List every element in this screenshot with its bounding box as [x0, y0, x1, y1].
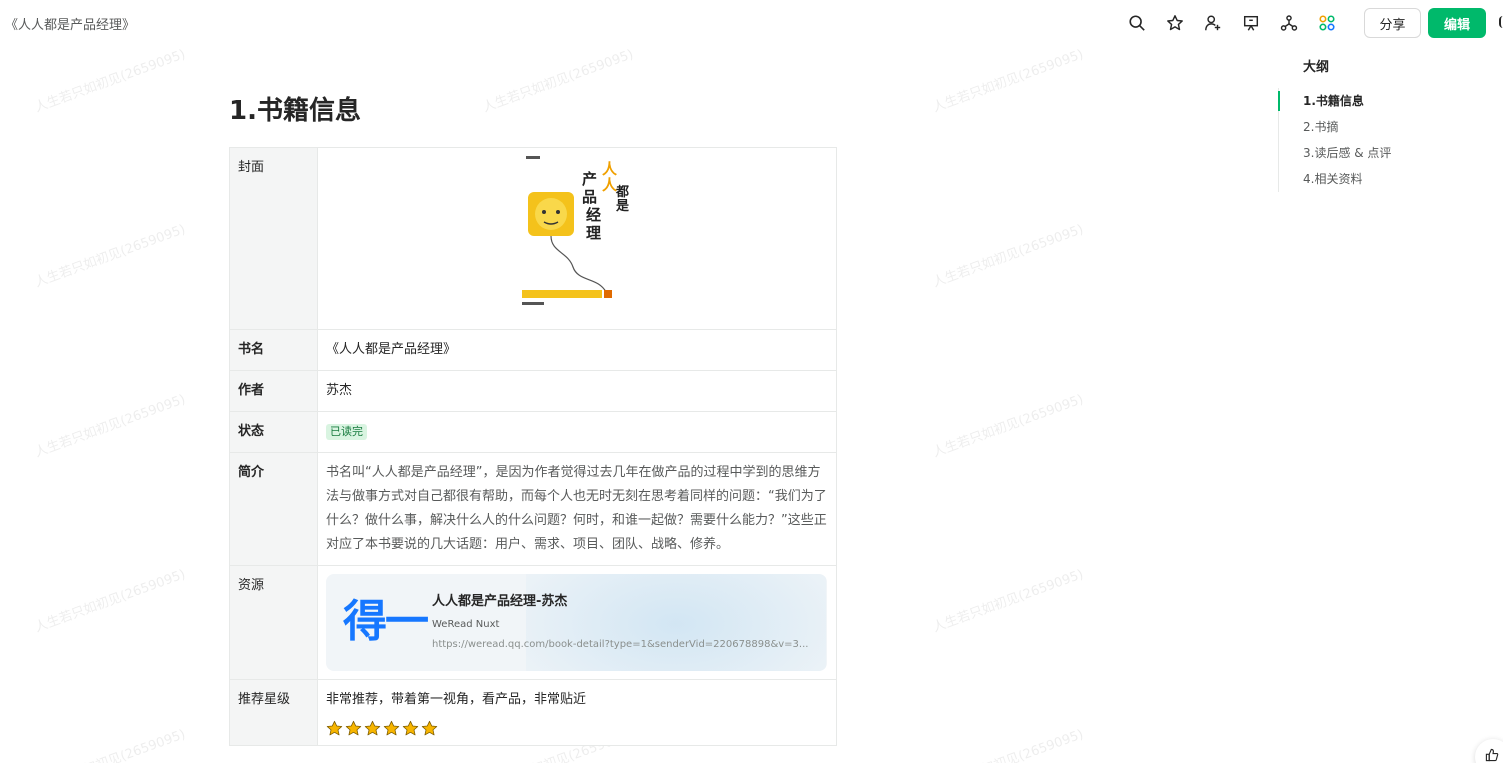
watermark: 人生若只如初见(2659095) [32, 392, 188, 461]
book-info-table: 封面 人 人 都 是 产 品 经 理 书名 《人人都是产品经理》 作者 苏杰 状… [229, 147, 837, 746]
star-rating [326, 720, 828, 737]
watermark: 人生若只如初见(2659095) [32, 222, 188, 291]
resource-site: WeRead Nuxt [432, 619, 500, 630]
table-row: 状态 已读完 [229, 411, 837, 453]
svg-text:品: 品 [582, 188, 597, 206]
table-row: 推荐星级 非常推荐，带着第一视角，看产品，非常贴近 [229, 679, 837, 746]
document-title: 《人人都是产品经理》 [5, 18, 136, 33]
document-body: 1.书籍信息 封面 人 人 都 是 产 品 经 理 书名 《人人都是产品经理》 … [229, 90, 837, 746]
outline-item[interactable]: 4.相关资料 [1279, 166, 1478, 192]
share-button[interactable]: 分享 [1364, 8, 1421, 38]
book-name-value: 《人人都是产品经理》 [317, 329, 837, 371]
thumbs-up-icon [1485, 748, 1499, 762]
status-badge: 已读完 [326, 423, 367, 440]
watermark: 人生若只如初见(2659095) [32, 727, 188, 763]
table-row: 封面 人 人 都 是 产 品 经 理 [229, 147, 837, 330]
outline-item[interactable]: 3.读后感 & 点评 [1279, 140, 1478, 166]
star-icon [421, 720, 438, 736]
outline-item[interactable]: 1.书籍信息 [1278, 88, 1478, 114]
outline-item[interactable]: 2.书摘 [1279, 114, 1478, 140]
star-icon [326, 720, 343, 736]
resource-title: 人人都是产品经理-苏杰 [432, 594, 568, 609]
star-icon [402, 720, 419, 736]
toolbar: 分享 编辑 [1118, 8, 1486, 38]
book-cover-image: 人 人 都 是 产 品 经 理 [518, 152, 638, 327]
edit-button[interactable]: 编辑 [1428, 8, 1486, 38]
add-member-icon[interactable] [1194, 8, 1232, 38]
rating-comment: 非常推荐，带着第一视角，看产品，非常贴近 [326, 692, 587, 707]
table-row: 作者 苏杰 [229, 370, 837, 412]
presentation-icon[interactable] [1232, 8, 1270, 38]
outline-list: 1.书籍信息 2.书摘 3.读后感 & 点评 4.相关资料 [1278, 88, 1478, 192]
author-label: 作者 [229, 370, 318, 412]
svg-text:经: 经 [586, 206, 601, 224]
section-heading: 1.书籍信息 [229, 96, 361, 126]
book-name-label: 书名 [229, 329, 318, 371]
watermark: 人生若只如初见(2659095) [930, 222, 1086, 291]
svg-text:产: 产 [582, 170, 597, 188]
graph-icon[interactable] [1270, 8, 1308, 38]
watermark: 人生若只如初见(2659095) [930, 47, 1086, 116]
cover-cell: 人 人 都 是 产 品 经 理 [317, 147, 837, 330]
resource-link-card[interactable]: 得一 人人都是产品经理-苏杰 WeRead Nuxt https://werea… [326, 574, 827, 671]
watermark: 人生若只如初见(2659095) [930, 392, 1086, 461]
status-label: 状态 [229, 411, 318, 453]
resource-label: 资源 [229, 565, 318, 680]
rating-cell: 非常推荐，带着第一视角，看产品，非常贴近 [317, 679, 837, 746]
status-cell: 已读完 [317, 411, 837, 453]
card-glow [526, 574, 826, 671]
table-row: 资源 得一 人人都是产品经理-苏杰 WeRead Nuxt https://we… [229, 565, 837, 680]
cover-label: 封面 [229, 147, 318, 330]
star-icon [383, 720, 400, 736]
svg-text:理: 理 [586, 224, 601, 242]
watermark: 人生若只如初见(2659095) [32, 567, 188, 636]
star-icon [345, 720, 362, 736]
star-icon[interactable] [1156, 8, 1194, 38]
watermark: 人生若只如初见(2659095) [930, 727, 1086, 763]
rating-label: 推荐星级 [229, 679, 318, 746]
resource-url: https://weread.qq.com/book-detail?type=1… [432, 639, 809, 650]
star-icon [364, 720, 381, 736]
like-button[interactable] [1475, 739, 1503, 763]
top-bar: 《人人都是产品经理》 分享 编辑 [0, 0, 1503, 46]
intro-label: 简介 [229, 452, 318, 566]
outline-title: 大纲 [1303, 60, 1330, 75]
intro-value: 书名叫“人人都是产品经理”，是因为作者觉得过去几年在做产品的过程中学到的思维方法… [317, 452, 837, 566]
outline-panel: 大纲 1.书籍信息 2.书摘 3.读后感 & 点评 4.相关资料 [1278, 58, 1478, 192]
watermark: 人生若只如初见(2659095) [930, 567, 1086, 636]
weread-logo: 得一 [343, 596, 429, 647]
watermark: 人生若只如初见(2659095) [32, 47, 188, 116]
more-icon[interactable] [1499, 16, 1503, 28]
svg-text:都: 都 [615, 184, 629, 200]
table-row: 简介 书名叫“人人都是产品经理”，是因为作者觉得过去几年在做产品的过程中学到的思… [229, 452, 837, 566]
search-icon[interactable] [1118, 8, 1156, 38]
svg-text:是: 是 [615, 199, 630, 214]
table-row: 书名 《人人都是产品经理》 [229, 329, 837, 371]
apps-icon[interactable] [1308, 8, 1346, 38]
author-value: 苏杰 [317, 370, 837, 412]
resource-cell: 得一 人人都是产品经理-苏杰 WeRead Nuxt https://werea… [317, 565, 837, 680]
